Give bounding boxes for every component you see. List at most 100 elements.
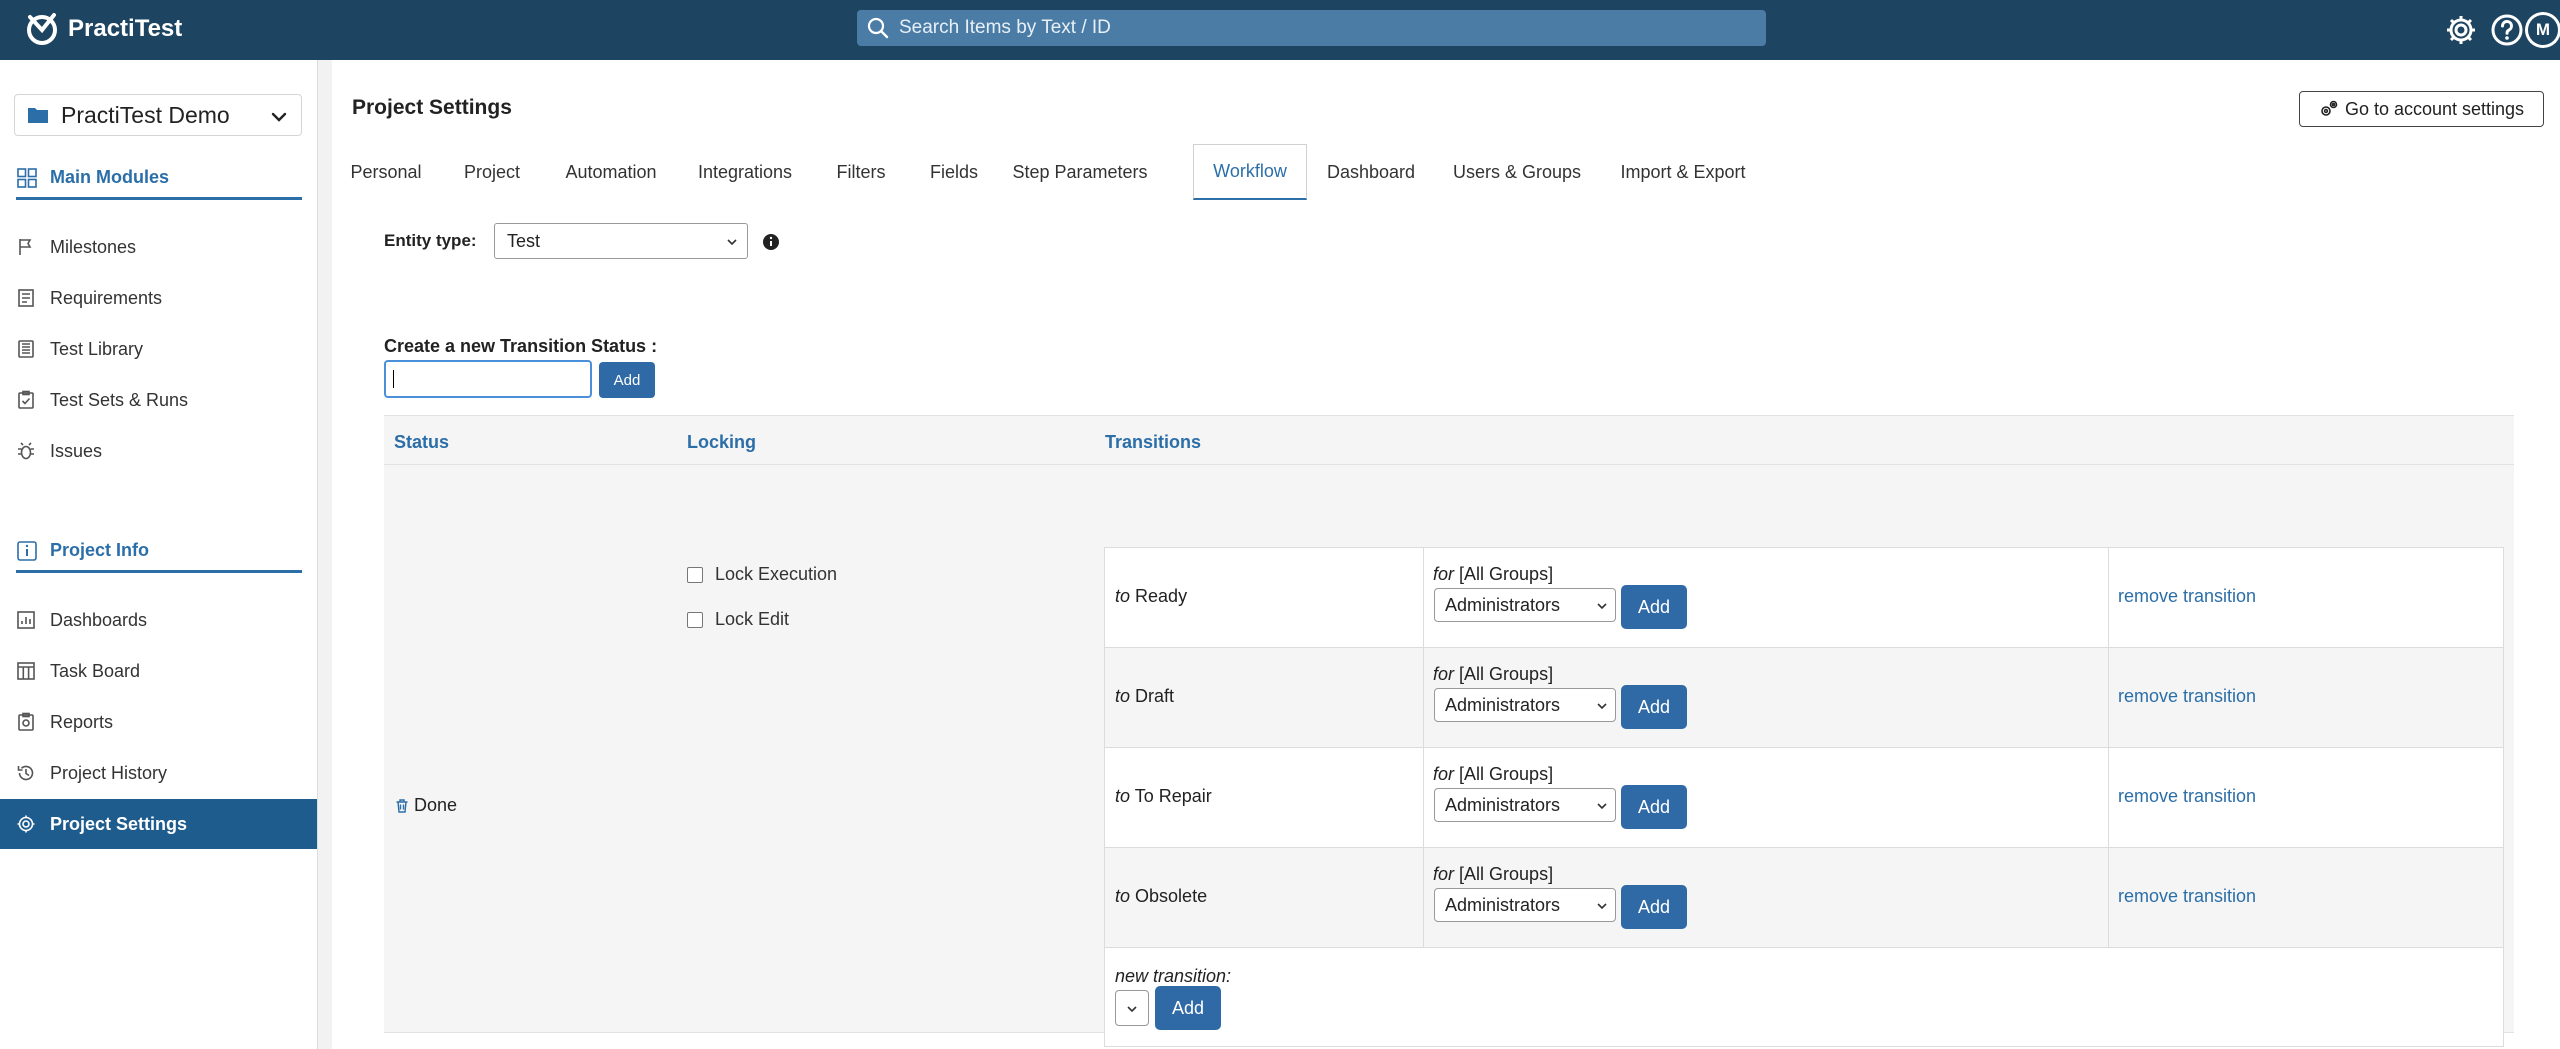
dashboard-icon bbox=[17, 611, 35, 629]
add-group-button[interactable]: Add bbox=[1621, 585, 1687, 629]
sidebar-item-label: Dashboards bbox=[50, 609, 148, 630]
bug-icon bbox=[18, 442, 34, 460]
tab-step-parameters[interactable]: Step Parameters bbox=[998, 144, 1162, 200]
new-transition-row: new transition: Add bbox=[1105, 948, 2503, 1048]
transition-row: to To Repair for [All Groups] Administra… bbox=[1105, 748, 2503, 848]
group-select[interactable]: Administrators bbox=[1434, 588, 1616, 622]
tab-workflow[interactable]: Workflow bbox=[1193, 144, 1307, 200]
sidebar-item-reports[interactable]: Reports bbox=[0, 697, 317, 747]
sidebar-item-issues[interactable]: Issues bbox=[0, 426, 317, 476]
add-group-button[interactable]: Add bbox=[1621, 685, 1687, 729]
transition-row: to Ready for [All Groups] Administrators… bbox=[1105, 548, 2503, 648]
sidebar-item-label: Test Library bbox=[50, 338, 144, 359]
new-transition-add-button[interactable]: Add bbox=[1155, 986, 1221, 1030]
tab-import-export[interactable]: Import & Export bbox=[1599, 144, 1767, 200]
transitions-column-header: Transitions bbox=[1105, 432, 1202, 452]
new-transition-label: new transition: bbox=[1115, 966, 1232, 986]
tab-filters[interactable]: Filters bbox=[812, 144, 910, 200]
tab-project[interactable]: Project bbox=[440, 144, 544, 200]
transition-groups: for [All Groups] bbox=[1433, 764, 1554, 784]
user-avatar[interactable]: M bbox=[2525, 12, 2560, 48]
reports-icon bbox=[18, 712, 34, 731]
search-icon bbox=[867, 17, 889, 39]
sidebar: PractiTest Demo Main Modules Milestones … bbox=[0, 60, 318, 1049]
remove-transition-link[interactable]: remove transition bbox=[2118, 886, 2256, 907]
search-placeholder: Search Items by Text / ID bbox=[899, 17, 1111, 38]
group-select-value: Administrators bbox=[1445, 694, 1561, 715]
project-selector[interactable]: PractiTest Demo bbox=[14, 94, 302, 136]
sidebar-item-project-history[interactable]: Project History bbox=[0, 748, 317, 798]
lock-execution-option[interactable]: Lock Execution bbox=[687, 564, 837, 585]
group-select[interactable]: Administrators bbox=[1434, 888, 1616, 922]
chevron-down-icon bbox=[1597, 903, 1607, 910]
flag-icon bbox=[19, 239, 32, 255]
tab-fields[interactable]: Fields bbox=[910, 144, 998, 200]
status-column-header: Status bbox=[394, 432, 450, 452]
sidebar-item-label: Project History bbox=[50, 762, 168, 783]
tab-dashboard[interactable]: Dashboard bbox=[1307, 144, 1435, 200]
task-board-icon bbox=[17, 662, 35, 680]
add-group-button[interactable]: Add bbox=[1621, 885, 1687, 929]
lock-execution-checkbox[interactable] bbox=[687, 566, 703, 583]
grid-icon bbox=[17, 167, 37, 188]
add-group-button[interactable]: Add bbox=[1621, 785, 1687, 829]
chevron-down-icon bbox=[1597, 803, 1607, 810]
chevron-down-icon bbox=[1597, 703, 1607, 710]
sidebar-item-label: Milestones bbox=[50, 236, 137, 257]
practitest-logo[interactable]: PractiTest bbox=[22, 11, 182, 47]
entity-type-label: Entity type: bbox=[384, 231, 477, 250]
go-to-account-settings-button[interactable]: Go to account settings bbox=[2299, 91, 2544, 127]
transition-row: to Draft for [All Groups] Administrators… bbox=[1105, 648, 2503, 748]
remove-transition-link[interactable]: remove transition bbox=[2118, 786, 2256, 807]
tab-personal[interactable]: Personal bbox=[332, 144, 440, 200]
search-input[interactable]: Search Items by Text / ID bbox=[857, 10, 1766, 46]
tab-automation[interactable]: Automation bbox=[544, 144, 678, 200]
project-info-label: Project Info bbox=[50, 540, 150, 560]
locking-column-header: Locking bbox=[687, 432, 757, 452]
transition-groups: for [All Groups] bbox=[1433, 664, 1554, 684]
gears-icon bbox=[2321, 100, 2338, 116]
gear-icon bbox=[2447, 16, 2475, 44]
sidebar-item-test-sets-runs[interactable]: Test Sets & Runs bbox=[0, 375, 317, 425]
sidebar-item-milestones[interactable]: Milestones bbox=[0, 222, 317, 272]
sidebar-item-dashboards[interactable]: Dashboards bbox=[0, 595, 317, 645]
new-transition-select[interactable] bbox=[1115, 990, 1149, 1026]
new-transition-status-input[interactable] bbox=[384, 360, 592, 398]
sidebar-item-label: Requirements bbox=[50, 287, 163, 308]
group-select[interactable]: Administrators bbox=[1434, 788, 1616, 822]
tab-integrations[interactable]: Integrations bbox=[678, 144, 812, 200]
lock-edit-option[interactable]: Lock Edit bbox=[687, 609, 789, 630]
avatar-initial: M bbox=[2535, 20, 2551, 39]
help-button[interactable] bbox=[2490, 13, 2524, 47]
transition-row: to Obsolete for [All Groups] Administrat… bbox=[1105, 848, 2503, 948]
transition-groups: for [All Groups] bbox=[1433, 864, 1554, 884]
top-bar: PractiTest Search Items by Text / ID M bbox=[0, 0, 2560, 60]
remove-transition-link[interactable]: remove transition bbox=[2118, 586, 2256, 607]
settings-button[interactable] bbox=[2444, 13, 2478, 47]
entity-type-select[interactable]: Test bbox=[494, 223, 748, 259]
sidebar-item-label: Issues bbox=[50, 440, 103, 461]
create-status-add-button[interactable]: Add bbox=[599, 362, 655, 398]
trash-icon[interactable] bbox=[394, 798, 410, 814]
transition-groups: for [All Groups] bbox=[1433, 564, 1554, 584]
sidebar-item-project-settings[interactable]: Project Settings bbox=[0, 799, 317, 849]
chevron-down-icon bbox=[1127, 1006, 1137, 1013]
group-select-value: Administrators bbox=[1445, 594, 1561, 615]
chevron-down-icon bbox=[727, 239, 737, 246]
sidebar-item-test-library[interactable]: Test Library bbox=[0, 324, 317, 374]
project-info-header[interactable]: Project Info bbox=[16, 531, 302, 573]
main-modules-label: Main Modules bbox=[50, 167, 170, 187]
main-modules-header[interactable]: Main Modules bbox=[16, 158, 302, 200]
account-button-label: Go to account settings bbox=[2344, 98, 2525, 119]
group-select[interactable]: Administrators bbox=[1434, 688, 1616, 722]
tab-users-groups[interactable]: Users & Groups bbox=[1435, 144, 1599, 200]
create-transition-status-label: Create a new Transition Status : bbox=[384, 336, 658, 356]
transition-target: to Obsolete bbox=[1115, 886, 1208, 906]
sidebar-item-requirements[interactable]: Requirements bbox=[0, 273, 317, 323]
gear-icon bbox=[17, 815, 35, 833]
remove-transition-link[interactable]: remove transition bbox=[2118, 686, 2256, 707]
transition-target: to Draft bbox=[1115, 686, 1175, 706]
info-icon[interactable] bbox=[762, 233, 780, 251]
lock-edit-checkbox[interactable] bbox=[687, 611, 703, 628]
sidebar-item-task-board[interactable]: Task Board bbox=[0, 646, 317, 696]
